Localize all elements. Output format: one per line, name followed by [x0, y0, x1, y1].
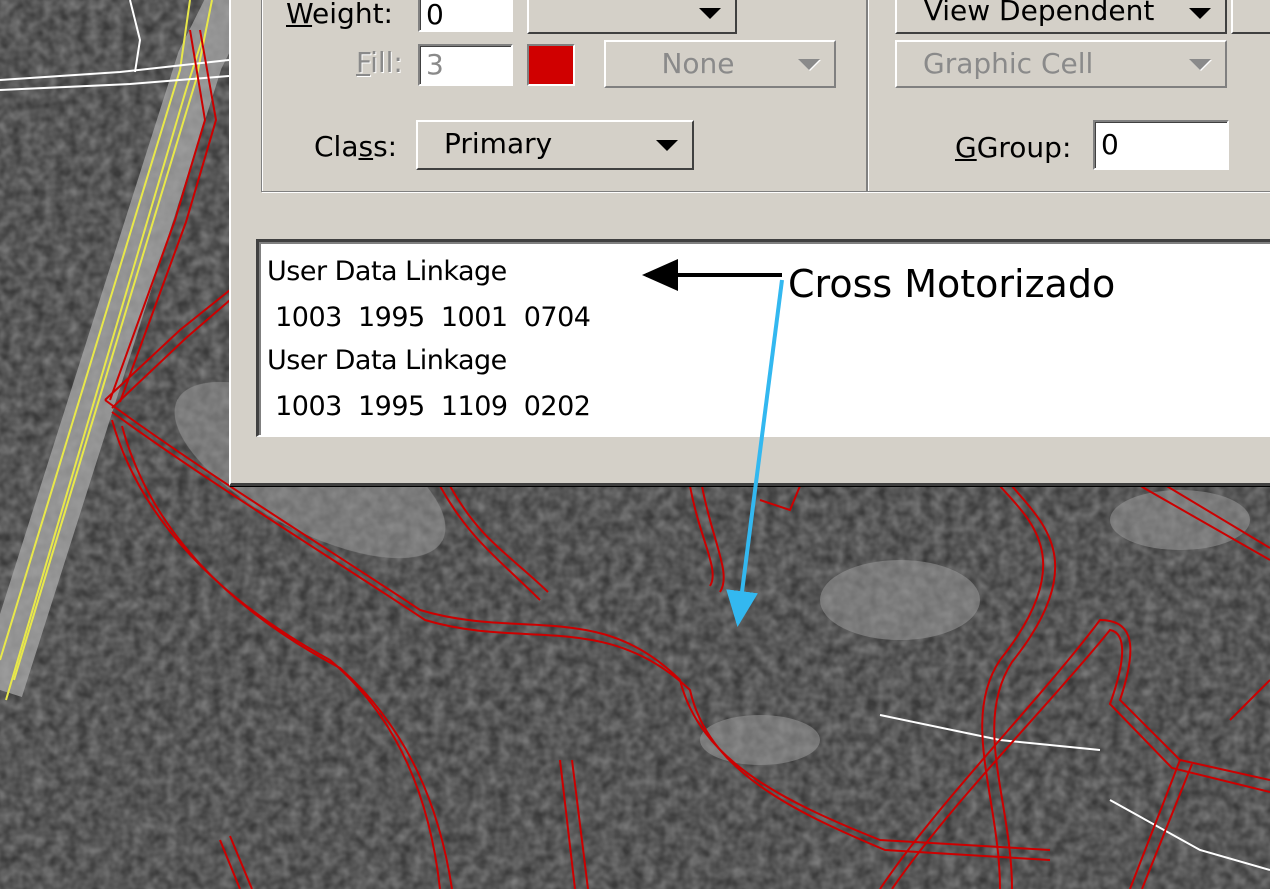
- cell-type-dropdown[interactable]: Graphic Cell: [895, 40, 1227, 88]
- annotation-label: Cross Motorizado: [788, 262, 1116, 306]
- fill-field[interactable]: 3: [418, 44, 513, 86]
- chevron-down-icon: [1189, 8, 1211, 19]
- view-mode-value: View Dependent: [923, 0, 1155, 27]
- chevron-down-icon: [1189, 59, 1211, 70]
- list-item: User Data Linkage: [267, 345, 507, 376]
- weight-dropdown[interactable]: [527, 0, 737, 34]
- list-item: 1003 1995 1109 0202: [267, 391, 591, 422]
- fill-label: Fill:: [356, 46, 403, 79]
- class-value: Primary: [444, 127, 553, 160]
- list-item: User Data Linkage: [267, 256, 507, 287]
- fill-color-swatch[interactable]: [527, 44, 575, 86]
- chevron-down-icon: [699, 8, 721, 19]
- user-data-linkage-list[interactable]: User Data Linkage 1003 1995 1001 0704 Us…: [256, 239, 1270, 437]
- ggroup-label: GGroup:: [955, 131, 1072, 164]
- weight-field[interactable]: 0: [418, 0, 513, 32]
- weight-label: Weight:: [286, 0, 393, 30]
- ggroup-field[interactable]: 0: [1093, 120, 1229, 170]
- fill-option-value: None: [661, 47, 735, 80]
- cell-type-value: Graphic Cell: [923, 47, 1094, 80]
- class-label: Class:: [314, 130, 398, 163]
- secondary-dropdown[interactable]: [1231, 0, 1270, 34]
- chevron-down-icon: [656, 140, 678, 151]
- fill-option-dropdown[interactable]: None: [604, 40, 836, 88]
- list-item: 1003 1995 1001 0704: [267, 302, 591, 333]
- class-dropdown[interactable]: Primary: [416, 120, 694, 170]
- view-mode-dropdown[interactable]: View Dependent: [895, 0, 1227, 34]
- element-info-dialog: Weight: 0 Fill: 3 None Class: Primary Vi…: [229, 0, 1270, 486]
- map-view[interactable]: Weight: 0 Fill: 3 None Class: Primary Vi…: [0, 0, 1270, 889]
- chevron-down-icon: [798, 59, 820, 70]
